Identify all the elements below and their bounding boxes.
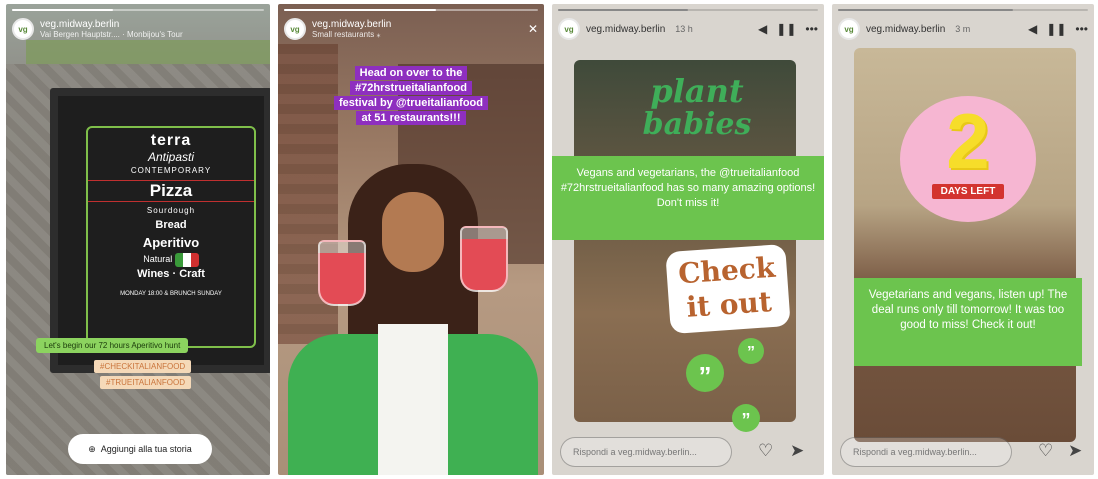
quote-icon: ” (738, 338, 764, 364)
username[interactable]: veg.midway.berlin (866, 24, 945, 35)
sticker-line: it out (685, 285, 773, 324)
board-line: CONTEMPORARY (130, 166, 212, 175)
face (382, 192, 444, 272)
story-header: vg veg.midway.berlin Small restaurants ⁎… (284, 16, 538, 42)
shirt (378, 324, 448, 475)
countdown-sticker: 2 DAYS LEFT (900, 96, 1036, 222)
drink-glass (318, 240, 366, 306)
caption-line: at 51 restaurants!!! (356, 111, 466, 125)
sticker-line: plant (650, 72, 744, 110)
story-progress-bar (284, 9, 538, 11)
pause-icon[interactable]: ❚❚ (1046, 23, 1066, 35)
drink-glass (460, 226, 508, 292)
send-icon[interactable]: ➤ (790, 441, 804, 461)
reply-input[interactable]: Rispondi a veg.midway.berlin... (560, 437, 732, 467)
username[interactable]: veg.midway.berlin (586, 24, 665, 35)
board-line: Sourdough (146, 206, 196, 215)
volume-icon[interactable]: ◀ (1028, 23, 1037, 35)
hashtag-sticker[interactable]: #TRUEITALIANFOOD (100, 376, 191, 389)
add-story-label: Aggiungi alla tua storia (100, 444, 192, 454)
username[interactable]: veg.midway.berlin (40, 19, 183, 30)
plant-babies-sticker: plant babies (622, 74, 772, 152)
heart-icon[interactable]: ♡ (1038, 441, 1053, 461)
story-header: vg veg.midway.berlin 13 h ◀ ❚❚ ••• (558, 16, 818, 42)
story-text-box: Vegans and vegetarians, the @trueitalian… (552, 156, 824, 240)
add-icon: ⊕ (88, 443, 96, 454)
username[interactable]: veg.midway.berlin (312, 19, 391, 30)
avatar[interactable]: vg (12, 18, 34, 40)
avatar[interactable]: vg (284, 18, 306, 40)
italian-flag-icon (174, 252, 199, 267)
board-line: Bread (155, 219, 187, 231)
board-line: Aperitivo (142, 235, 200, 250)
board-line: MONDAY 18:00 & BRUNCH SUNDAY (120, 290, 222, 297)
story-panel-2[interactable]: vg veg.midway.berlin Small restaurants ⁎… (278, 4, 544, 475)
story-text-box: Vegetarians and vegans, listen up! The d… (854, 278, 1082, 366)
countdown-label: DAYS LEFT (932, 184, 1004, 199)
story-panel-1[interactable]: vg veg.midway.berlin Vai Bergen Hauptstr… (6, 4, 270, 475)
board-line: Pizza (88, 180, 254, 202)
quote-icon: ” (732, 404, 760, 432)
story-subtitle: Small restaurants ⁎ (312, 30, 381, 39)
add-to-story-button[interactable]: ⊕ Aggiungi alla tua storia (68, 434, 212, 464)
board-line: Antipasti (147, 150, 195, 164)
menu-board: terra Antipasti CONTEMPORARY Pizza Sourd… (86, 126, 256, 348)
check-it-out-sticker: Check it out (665, 243, 791, 335)
hashtag-sticker[interactable]: #CHECKITALIANFOOD (94, 360, 192, 373)
board-brand: terra (150, 132, 192, 149)
story-caption: Let's begin our 72 hours Aperitivo hunt (36, 338, 189, 353)
person-photo (288, 164, 538, 475)
reply-input[interactable]: Rispondi a veg.midway.berlin... (840, 437, 1012, 467)
story-progress-bar (558, 9, 818, 11)
board-line: Wines (137, 267, 170, 280)
post-time: 13 h (675, 24, 693, 34)
sticker-line: babies (642, 107, 752, 142)
pause-icon[interactable]: ❚❚ (776, 23, 796, 35)
caption-line: #72hrstrueitalianfood (350, 81, 472, 95)
caption-line: Head on over to the (354, 66, 468, 80)
story-progress-bar (838, 9, 1088, 11)
send-icon[interactable]: ➤ (1068, 441, 1082, 461)
caption-line: festival by @trueitalianfood (334, 96, 488, 110)
background-hedge (26, 40, 270, 66)
quote-icon: ” (686, 354, 724, 392)
avatar[interactable]: vg (838, 18, 860, 40)
story-header: vg veg.midway.berlin Vai Bergen Hauptstr… (12, 16, 264, 42)
more-icon[interactable]: ••• (1075, 23, 1088, 35)
more-icon[interactable]: ••• (805, 23, 818, 35)
volume-icon[interactable]: ◀ (758, 23, 767, 35)
story-header: vg veg.midway.berlin 3 m ◀ ❚❚ ••• (838, 16, 1088, 42)
story-panel-4[interactable]: vg veg.midway.berlin 3 m ◀ ❚❚ ••• 2 DAYS… (832, 4, 1094, 475)
close-icon[interactable]: ✕ (528, 23, 538, 35)
story-panel-3[interactable]: vg veg.midway.berlin 13 h ◀ ❚❚ ••• plant… (552, 4, 824, 475)
heart-icon[interactable]: ♡ (758, 441, 773, 461)
post-time: 3 m (955, 24, 971, 34)
story-caption: Head on over to the #72hrstrueitalianfoo… (306, 66, 516, 126)
story-progress-bar (12, 9, 264, 11)
countdown-number: 2 (946, 97, 990, 185)
board-line: Craft (179, 267, 205, 280)
avatar[interactable]: vg (558, 18, 580, 40)
story-subtitle: Vai Bergen Hauptstr.... · Monbijou's Tou… (40, 30, 183, 39)
board-line: Natural (143, 254, 173, 264)
chalkboard-sign: terra Antipasti CONTEMPORARY Pizza Sourd… (50, 88, 270, 373)
